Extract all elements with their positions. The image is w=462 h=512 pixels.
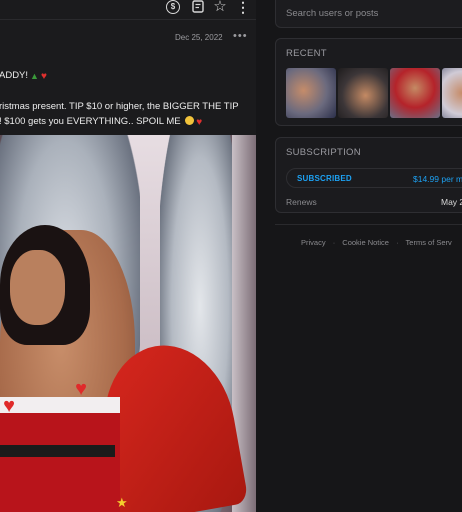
footer-links: Privacy · Cookie Notice · Terms of Serv (301, 238, 457, 247)
post-text-line-2: ristmas present. TIP $10 or higher, the … (0, 101, 239, 112)
coin-icon[interactable]: $ (166, 0, 180, 14)
subscription-title: SUBSCRIPTION (286, 147, 361, 158)
post-toolbar: $ ☆ ⋮ (0, 0, 256, 20)
search-input[interactable]: Search users or posts (275, 0, 462, 28)
subscribed-button[interactable]: SUBSCRIBED $14.99 per mo (286, 168, 462, 188)
post-text-line-1: ADDY! (0, 70, 29, 81)
recent-card: RECENT (275, 38, 462, 126)
post-date: Dec 25, 2022 (175, 33, 223, 42)
renew-date: May 2 (441, 197, 462, 207)
post-photo[interactable]: ♥ ♥ ★ (0, 135, 256, 512)
recent-thumbnail[interactable] (338, 68, 388, 118)
renews-label: Renews (286, 197, 317, 207)
heart-sticker-icon: ♥ (3, 395, 15, 417)
christmas-tree-icon: ▲ (30, 71, 39, 81)
feed-column: $ ☆ ⋮ Dec 25, 2022 ••• ADDY! ▲ ♥ ristmas p… (0, 0, 256, 512)
recent-thumbnail[interactable] (442, 68, 462, 118)
star-sticker-icon: ★ (116, 495, 128, 510)
heart-icon: ♥ (41, 71, 47, 82)
star-icon[interactable]: ☆ (213, 0, 227, 14)
post-more-button[interactable]: ••• (233, 30, 248, 42)
note-icon[interactable] (191, 0, 205, 14)
subscription-card: SUBSCRIPTION SUBSCRIBED $14.99 per mo Re… (275, 137, 462, 213)
subscription-price: $14.99 per mo (413, 174, 462, 184)
separator: · (396, 238, 399, 247)
separator: · (332, 238, 336, 247)
recent-title: RECENT (286, 48, 327, 59)
subscribed-label: SUBSCRIBED (297, 174, 352, 183)
terms-link[interactable]: Terms of Serv (406, 238, 452, 247)
cookie-notice-link[interactable]: Cookie Notice (342, 238, 389, 247)
smile-icon (185, 116, 195, 125)
recent-thumbnail[interactable] (286, 68, 336, 118)
recent-thumbnails (286, 68, 462, 118)
post-text-line-3: ! $100 gets you EVERYTHING.. SPOIL ME (0, 116, 181, 127)
heart-icon: ♥ (196, 117, 203, 128)
recent-thumbnail[interactable] (390, 68, 440, 118)
more-vertical-icon[interactable]: ⋮ (236, 0, 250, 14)
right-sidebar: Search users or posts RECENT SUBSCRIPTIO… (257, 0, 462, 512)
heart-sticker-icon: ♥ (75, 378, 87, 400)
privacy-link[interactable]: Privacy (301, 238, 326, 247)
divider (275, 224, 462, 225)
search-placeholder: Search users or posts (286, 8, 379, 19)
